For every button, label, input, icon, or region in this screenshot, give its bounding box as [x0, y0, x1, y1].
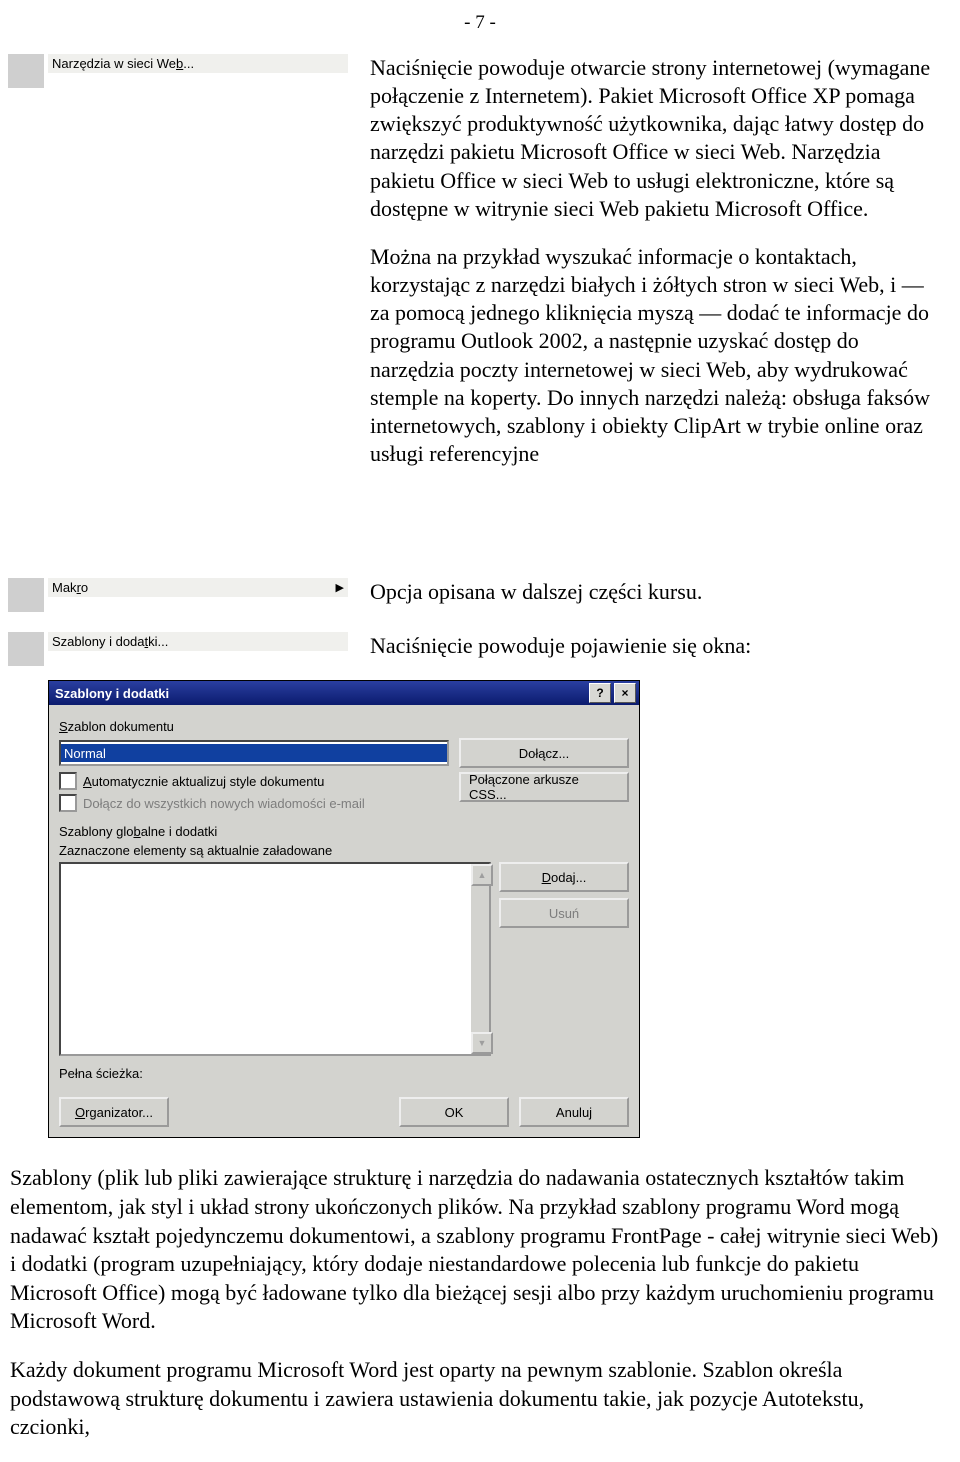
ok-button[interactable]: OK: [399, 1097, 509, 1127]
label-globals: Szablony globalne i dodatki: [59, 824, 629, 839]
checkbox-label: Dołącz do wszystkich nowych wiadomości e…: [83, 796, 365, 811]
scroll-down-icon: ▼: [471, 1032, 493, 1054]
menu-item-makro[interactable]: Makro ▶: [48, 578, 348, 597]
description-text: Opcja opisana w dalszej części kursu.: [370, 578, 724, 626]
checkbox-row-attach-all: Dołącz do wszystkich nowych wiadomości e…: [59, 794, 469, 812]
description-text: Naciśnięcie powoduje otwarcie strony int…: [370, 54, 960, 488]
listbox-content: [61, 864, 471, 1054]
close-button[interactable]: ×: [614, 683, 636, 703]
icon-placeholder: [8, 632, 44, 666]
paragraph: Opcja opisana w dalszej części kursu.: [370, 578, 702, 606]
checkbox-label: Automatycznie aktualizuj style dokumentu: [83, 774, 324, 789]
css-button[interactable]: Połączone arkusze CSS...: [459, 772, 629, 802]
paragraph: Naciśnięcie powoduje otwarcie strony int…: [370, 54, 938, 223]
attach-button[interactable]: Dołącz...: [459, 738, 629, 768]
section-makro: Makro ▶ Opcja opisana w dalszej części k…: [0, 578, 960, 626]
label-doc-template: Szablon dokumentu: [59, 719, 629, 734]
globals-listbox[interactable]: ▲ ▼: [59, 862, 491, 1056]
help-button[interactable]: ?: [589, 683, 611, 703]
page-number: - 7 -: [0, 12, 960, 34]
close-icon: ×: [621, 686, 628, 700]
remove-button: Usuń: [499, 898, 629, 928]
chevron-right-icon: ▶: [336, 581, 344, 594]
icon-placeholder: [8, 54, 44, 88]
menu-label: Szablony i dodatki...: [52, 634, 168, 649]
paragraph: Można na przykład wyszukać informacje o …: [370, 243, 938, 468]
icon-placeholder: [8, 578, 44, 612]
section-templates: Szablony i dodatki... Naciśnięcie powodu…: [0, 632, 960, 666]
label-globals-hint: Zaznaczone elementy są aktualnie załadow…: [59, 843, 629, 858]
scroll-up-icon: ▲: [471, 864, 493, 886]
dialog-body: Szablon dokumentu Normal Dołącz... Autom…: [49, 705, 639, 1137]
description-text: Naciśnięcie powoduje pojawienie się okna…: [370, 632, 773, 660]
menu-label: Narzędzia w sieci Web...: [52, 56, 194, 71]
input-value: Normal: [61, 744, 447, 762]
help-icon: ?: [596, 686, 603, 700]
add-button[interactable]: Dodaj...: [499, 862, 629, 892]
paragraph: Naciśnięcie powoduje pojawienie się okna…: [370, 632, 751, 660]
paragraph: Każdy dokument programu Microsoft Word j…: [10, 1356, 942, 1442]
menu-item-templates[interactable]: Szablony i dodatki...: [48, 632, 348, 651]
section-web-tools: Narzędzia w sieci Web... Naciśnięcie pow…: [0, 54, 960, 488]
checkbox-icon: [59, 794, 77, 812]
menu-item-sprite: Makro ▶: [48, 578, 348, 597]
menu-label: Makro: [52, 580, 88, 595]
label-fullpath: Pełna ścieżka:: [59, 1066, 629, 1081]
checkbox-row-auto-update[interactable]: Automatycznie aktualizuj style dokumentu: [59, 772, 469, 790]
templates-addons-dialog: Szablony i dodatki ? × Szablon dokumentu…: [48, 680, 640, 1138]
dialog-titlebar: Szablony i dodatki ? ×: [49, 681, 639, 705]
menu-item-web-tools[interactable]: Narzędzia w sieci Web...: [48, 54, 348, 73]
menu-item-sprite: Szablony i dodatki...: [48, 632, 348, 651]
footer-text: Szablony (plik lub pliki zawierające str…: [0, 1138, 960, 1441]
organizer-button[interactable]: Organizator...: [59, 1097, 169, 1127]
paragraph: Szablony (plik lub pliki zawierające str…: [10, 1164, 942, 1336]
menu-item-sprite: Narzędzia w sieci Web...: [48, 54, 348, 73]
doc-template-input[interactable]: Normal: [59, 740, 449, 766]
checkbox-icon: [59, 772, 77, 790]
cancel-button[interactable]: Anuluj: [519, 1097, 629, 1127]
dialog-title: Szablony i dodatki: [55, 686, 169, 701]
dialog-button-row: Organizator... OK Anuluj: [59, 1097, 629, 1127]
